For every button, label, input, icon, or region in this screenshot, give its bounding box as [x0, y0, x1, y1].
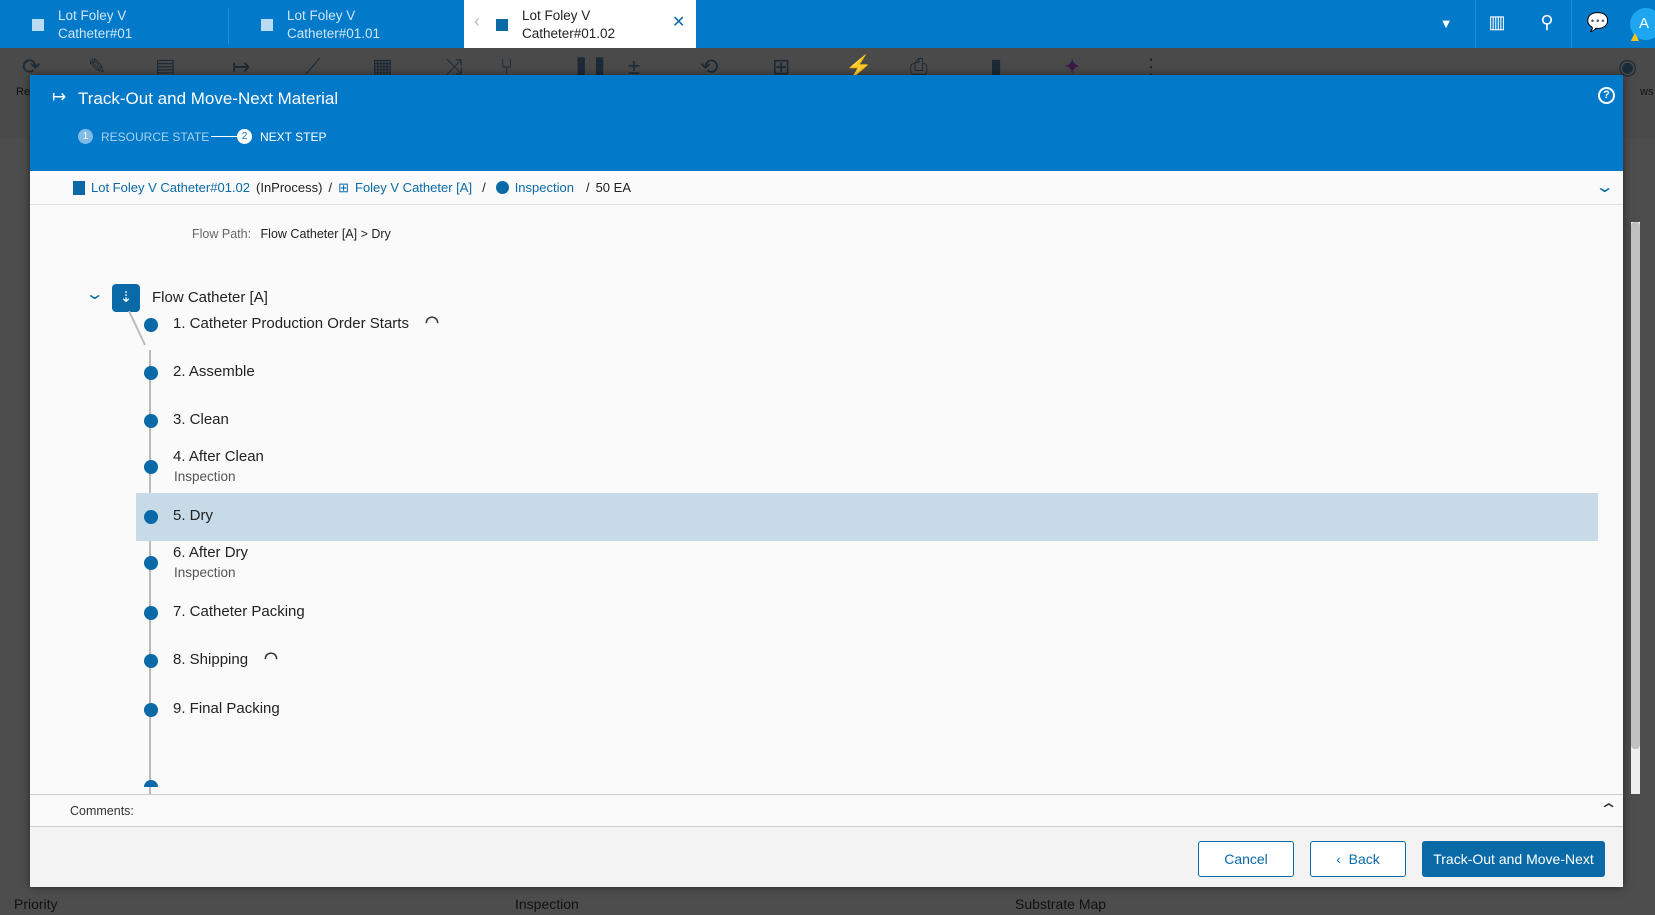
step-next-step[interactable]: 2 NEXT STEP: [237, 129, 326, 144]
tab-lot-01-01[interactable]: Lot Foley V Catheter#01.01: [229, 0, 463, 48]
step-dot-icon: [144, 780, 158, 787]
separator: /: [585, 180, 590, 195]
flow-step-item[interactable]: 2. Assemble: [136, 349, 1598, 397]
tab-line2: Catheter#01.01: [287, 26, 381, 41]
flow-step-item[interactable]: 8. Shipping ◠: [136, 637, 1598, 685]
flow-step-item[interactable]: 9. Final Packing: [136, 686, 1598, 734]
step-dot-icon: [144, 654, 158, 668]
step-dot-icon: [144, 556, 158, 570]
lot-icon: [261, 19, 273, 31]
chevron-left-icon: ‹: [1336, 851, 1349, 867]
tab-lot-01-02[interactable]: ‹ Lot Foley V Catheter#01.02 ✕: [464, 0, 696, 48]
lot-icon: [73, 180, 85, 195]
breadcrumb-flow-link[interactable]: Foley V Catheter [A]: [355, 180, 472, 195]
help-icon[interactable]: ?: [1598, 87, 1615, 104]
chevron-up-icon[interactable]: ⌃: [1599, 800, 1619, 820]
refresh-label: Re: [16, 86, 31, 98]
flow-path: Flow Path: Flow Catheter [A] > Dry: [192, 227, 391, 241]
tab-bar: Lot Foley V Catheter#01 Lot Foley V Cathet…: [0, 0, 1655, 48]
step-dot-icon: [144, 366, 158, 380]
barcode-icon[interactable]: ▥: [1485, 12, 1509, 33]
lot-state: (InProcess): [256, 180, 323, 195]
step-sublabel: Inspection: [174, 469, 236, 484]
flow-step-item[interactable]: 1. Catheter Production Order Starts ◠: [136, 301, 1598, 349]
tab-line1: Lot Foley V: [287, 8, 356, 23]
flow-step-item[interactable]: 3. Clean: [136, 397, 1598, 445]
tab-line2: Catheter#01.02: [522, 26, 616, 41]
flow-path-value: Flow Catheter [A] > Dry: [260, 227, 391, 241]
track-out-dialog: ↦ Track-Out and Move-Next Material ? 1 RE…: [30, 75, 1640, 887]
flow-step-item[interactable]: 4. After Clean Inspection: [136, 443, 1598, 491]
step-dot-icon: [144, 703, 158, 717]
step-number: 1: [78, 129, 93, 144]
step-label: NEXT STEP: [260, 129, 327, 144]
views-label: ws: [1640, 86, 1654, 98]
back-label: Back: [1348, 851, 1380, 867]
step-dot-icon: [144, 318, 158, 332]
dropdown-icon[interactable]: ▼: [1434, 16, 1458, 31]
step-dot-icon: [144, 510, 158, 524]
step-dot-icon: [144, 606, 158, 620]
step-label: RESOURCE STATE: [101, 129, 210, 144]
step-resource-state[interactable]: 1 RESOURCE STATE: [78, 129, 209, 144]
lot-icon: [496, 19, 508, 31]
step-label: 7. Catheter Packing: [173, 603, 305, 620]
step-label: 5. Dry: [173, 507, 214, 524]
step-dot-icon: [144, 414, 158, 428]
search-icon[interactable]: ⚲: [1535, 12, 1559, 33]
step-label: 4. After Clean: [173, 448, 264, 465]
step-number: 2: [237, 129, 252, 144]
dialog-header: ↦ Track-Out and Move-Next Material ? 1 RE…: [30, 75, 1623, 171]
step-label: 1. Catheter Production Order Starts: [173, 315, 409, 332]
step-connector: [211, 136, 237, 137]
step-sublabel: Inspection: [174, 565, 236, 580]
substrate-map-label: Substrate Map: [1015, 896, 1107, 912]
step-label: 2. Assemble: [173, 363, 255, 380]
priority-label: Priority: [14, 896, 58, 912]
step-label: 9. Final Packing: [173, 700, 280, 717]
separator: /: [482, 180, 486, 195]
tab-line1: Lot Foley V: [58, 8, 127, 23]
breadcrumb: Lot Foley V Catheter#01.02 (InProcess) /…: [30, 171, 1623, 205]
breadcrumb-step-link[interactable]: Inspection: [515, 180, 574, 195]
tab-line1: Lot Foley V: [522, 8, 591, 23]
track-out-icon: ↦: [52, 87, 67, 106]
dialog-footer: Cancel ‹ Back Track-Out and Move-Next: [30, 827, 1623, 887]
separator: /: [328, 180, 333, 195]
chevron-down-icon[interactable]: ⌄: [1595, 177, 1615, 197]
dialog-title: Track-Out and Move-Next Material: [78, 89, 339, 108]
comments-label: Comments:: [70, 804, 134, 818]
quantity: 50 EA: [595, 180, 631, 195]
step-label: 8. Shipping: [173, 651, 249, 668]
divider: [1475, 0, 1476, 48]
lot-icon: [32, 19, 44, 31]
scrollbar-thumb[interactable]: [1631, 222, 1640, 749]
divider: [1571, 0, 1572, 48]
inspection-label: Inspection: [515, 896, 579, 912]
flow-step-item[interactable]: 7. Catheter Packing: [136, 589, 1598, 637]
comments-section[interactable]: Comments: ⌃: [30, 794, 1623, 827]
cancel-button[interactable]: Cancel: [1198, 841, 1294, 877]
close-icon[interactable]: ✕: [672, 14, 685, 32]
gauge-icon: ◠: [425, 314, 439, 331]
tab-lot-01[interactable]: Lot Foley V Catheter#01: [0, 0, 228, 48]
flow-step-item[interactable]: 5. Dry: [136, 493, 1598, 541]
flow-icon: ⊞: [338, 179, 349, 195]
step-icon: [495, 181, 509, 194]
track-out-move-next-button[interactable]: Track-Out and Move-Next: [1422, 841, 1605, 877]
step-label: 3. Clean: [173, 411, 229, 428]
chevron-left-icon[interactable]: ‹: [474, 12, 480, 30]
step-label: 6. After Dry: [173, 544, 249, 561]
flow-path-label: Flow Path:: [192, 227, 252, 241]
collapse-chevron-icon[interactable]: ⌄: [85, 284, 105, 304]
back-button[interactable]: ‹ Back: [1310, 841, 1406, 877]
gauge-icon: ◠: [264, 650, 278, 667]
warning-icon: ▲: [1628, 28, 1642, 44]
flow-step-item[interactable]: 6. After Dry Inspection: [136, 539, 1598, 587]
breadcrumb-lot-link[interactable]: Lot Foley V Catheter#01.02: [91, 180, 250, 195]
scrollbar[interactable]: [1631, 222, 1640, 794]
tab-line2: Catheter#01: [58, 26, 133, 41]
chat-icon[interactable]: 💬: [1586, 12, 1610, 33]
step-dot-icon: [144, 460, 158, 474]
